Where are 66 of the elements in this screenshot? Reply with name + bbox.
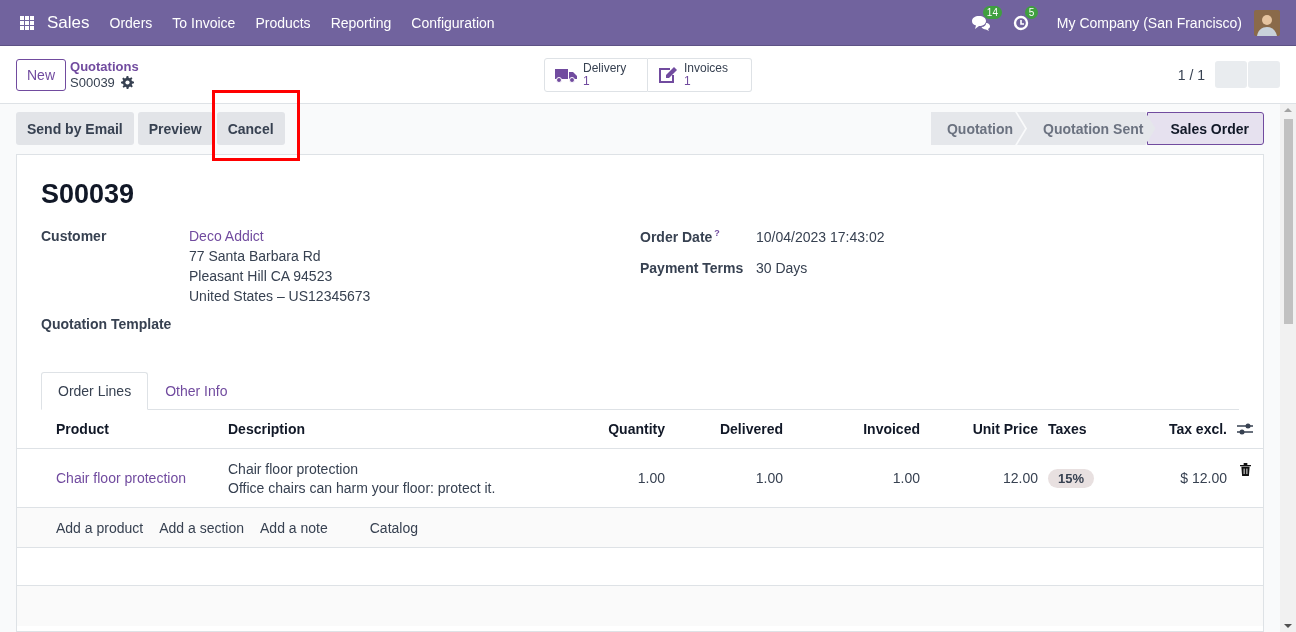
breadcrumb-link[interactable]: Quotations [70,58,139,75]
column-header[interactable]: Unit Price [920,421,1038,437]
apps-grid-icon[interactable] [20,15,34,30]
column-header[interactable]: Taxes [1048,421,1130,437]
table-cell-text: $ 12.00 [1179,470,1227,486]
status-step[interactable]: Quotation [930,112,1026,145]
help-tooltip[interactable]: ? [714,228,720,238]
message-count-badge: 14 [982,5,1002,19]
activity-count-badge: 5 [1024,5,1039,19]
product-cell[interactable]: Chair floor protection [56,470,228,486]
trash-icon[interactable] [1239,463,1251,476]
chat-icon[interactable] [970,14,991,31]
menu-item[interactable]: To Invoice [172,14,236,31]
clock-icon[interactable] [1012,14,1029,31]
customer-link[interactable]: Deco Addict [189,228,371,244]
action-button[interactable]: Cancel [216,112,285,145]
field-value: 30 Days [756,259,808,276]
column-header[interactable]: Quantity [560,421,665,437]
add-line-link[interactable]: Add a section [159,519,244,536]
field-label: Customer [41,228,108,246]
table-cell-text: 1.00 [891,470,920,486]
tax-tag: 15% [1048,469,1095,488]
menu-item[interactable]: Products [255,14,311,31]
menu-item[interactable]: Configuration [411,14,495,31]
menu-item[interactable]: Orders [109,14,153,31]
status-step[interactable]: Sales Order [1147,112,1264,145]
edit-icon [658,65,678,84]
scrollbar[interactable] [1280,104,1296,632]
sliders-icon[interactable] [1237,422,1253,436]
column-header[interactable]: Tax excl. [1130,421,1227,437]
column-header[interactable]: Delivered [665,421,783,437]
pager-counter: 1 / 1 [1177,66,1205,83]
company-switcher[interactable]: My Company (San Francisco) [1056,14,1242,31]
table-cell-text: 1.00 [636,470,665,486]
record-name: S00039 [70,74,115,91]
field-label: Payment Terms [640,259,744,276]
field-value: 10/04/2023 17:43:02 [756,228,885,245]
add-line-link[interactable]: Catalog [369,519,418,536]
table-cell-text: 12.00 [1001,470,1038,486]
action-button[interactable]: Send by Email [16,112,134,145]
notebook-tab[interactable]: Other Info [148,372,245,410]
column-header[interactable]: Invoiced [783,421,920,437]
description-line: Chair floor protection [228,460,359,477]
address-line: Pleasant Hill CA 94523 [189,268,334,284]
gear-icon[interactable] [120,76,134,89]
add-line-link[interactable]: Add a product [56,519,144,536]
record-title: S00039 [41,179,136,210]
field-label: Order Date [640,228,713,245]
menu-item[interactable]: Reporting [330,14,392,31]
user-avatar-icon[interactable] [1254,9,1280,36]
column-header[interactable]: Description [228,421,560,437]
truck-icon [555,66,577,83]
address-line: United States – US12345673 [189,288,371,304]
action-button[interactable]: Preview [137,112,213,145]
field-label: Quotation Template [41,316,173,332]
table-cell-text: 1.00 [754,470,783,486]
new-button[interactable]: New [16,58,66,91]
description-line: Office chairs can harm your floor: protect it. [228,479,497,496]
smart-button[interactable]: Invoices 1 [648,57,752,92]
notebook-tab[interactable]: Order Lines [41,372,149,410]
column-header[interactable]: Product [56,421,228,437]
status-step[interactable]: Quotation Sent [1017,112,1156,145]
address-line: 77 Santa Barbara Rd [189,248,322,264]
app-name-link[interactable]: Sales [47,12,90,33]
smart-button[interactable]: Delivery 1 [544,57,648,92]
add-line-link[interactable]: Add a note [260,519,328,536]
